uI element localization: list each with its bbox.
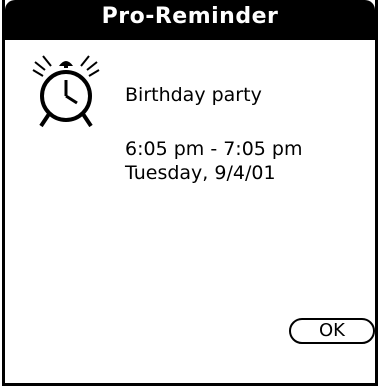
dialog-titlebar: Pro-Reminder	[5, 0, 375, 40]
event-date: Tuesday, 9/4/01	[125, 162, 276, 184]
event-time: 6:05 pm - 7:05 pm	[125, 138, 303, 160]
ok-button[interactable]: OK	[289, 318, 375, 344]
event-title: Birthday party	[125, 84, 262, 106]
dialog-title: Pro-Reminder	[101, 4, 279, 29]
alarm-clock-icon	[31, 50, 101, 130]
reminder-dialog: Pro-Reminder Birthday party 6:05 pm - 7:…	[2, 0, 378, 386]
